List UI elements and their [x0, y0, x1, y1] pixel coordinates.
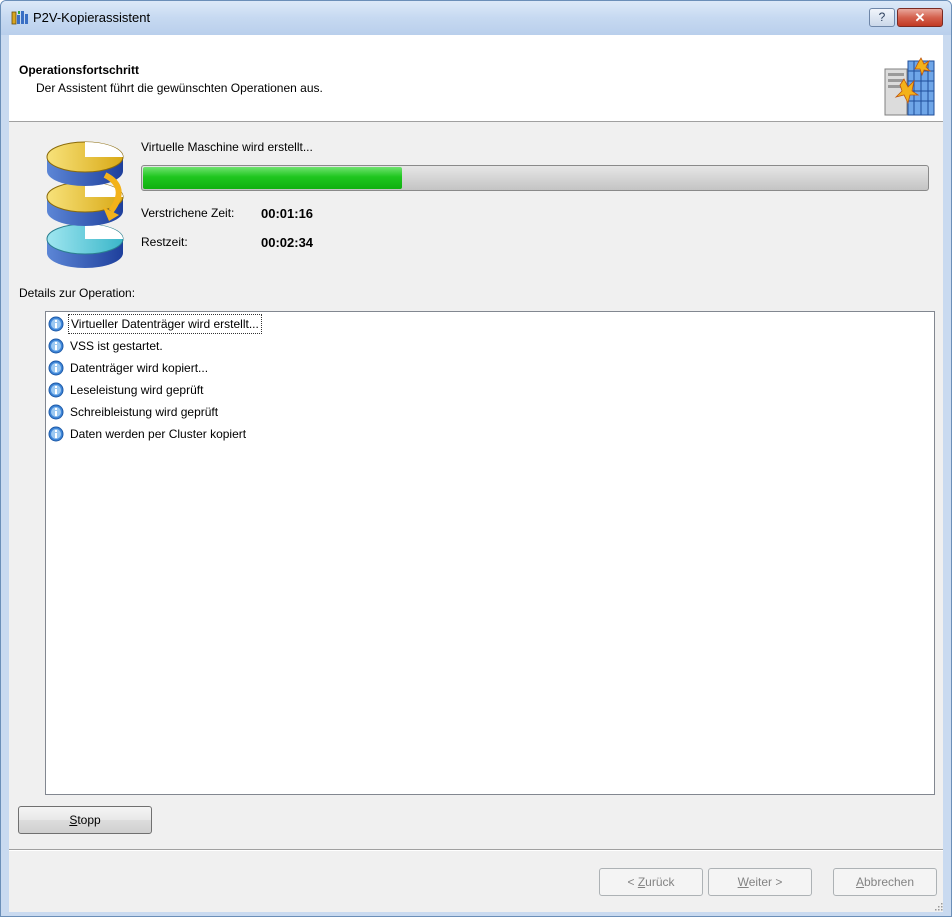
list-item-text: Virtueller Datenträger wird erstellt... [68, 314, 262, 334]
operation-details-list[interactable]: Virtueller Datenträger wird erstellt... … [45, 311, 935, 795]
cancel-button[interactable]: Abbrechen [833, 868, 937, 896]
title-bar[interactable]: P2V-Kopierassistent ? ✕ [1, 1, 951, 35]
app-icon [11, 11, 28, 25]
info-icon [48, 382, 64, 398]
stop-label: topp [77, 813, 101, 827]
remaining-time-label: Restzeit: [141, 235, 188, 249]
cancel-mnemonic: A [855, 875, 864, 889]
list-item-text: Leseleistung wird geprüft [70, 383, 204, 397]
help-label: ? [878, 10, 886, 24]
resize-grip-icon[interactable] [935, 903, 943, 911]
info-icon [48, 338, 64, 354]
stop-button[interactable]: Stopp [18, 806, 152, 834]
cancel-label: bbrechen [863, 875, 915, 889]
remaining-time-value: 00:02:34 [261, 235, 314, 250]
next-mnemonic: W [737, 875, 749, 889]
elapsed-time-label: Verstrichene Zeit: [141, 206, 235, 220]
list-item-text: VSS ist gestartet. [70, 339, 163, 353]
back-label: urück [645, 875, 675, 889]
page-subtitle: Der Assistent führt die gewünschten Oper… [36, 81, 323, 95]
back-prefix: < [627, 875, 638, 889]
details-label: Details zur Operation: [19, 286, 136, 300]
next-label: eiter > [748, 875, 783, 889]
progress-bar [141, 165, 929, 191]
page-title: Operationsfortschritt [19, 63, 140, 77]
wizard-window: P2V-Kopierassistent ? ✕ Operationsfortsc… [0, 0, 952, 917]
info-icon [48, 360, 64, 376]
elapsed-time-value: 00:01:16 [261, 206, 314, 221]
help-button[interactable]: ? [869, 8, 895, 27]
info-icon [48, 404, 64, 420]
wizard-header: Operationsfortschritt Der Assistent führ… [9, 35, 943, 122]
list-item-text: Schreibleistung wird geprüft [70, 405, 219, 419]
close-button[interactable]: ✕ [897, 8, 943, 27]
list-item-text: Daten werden per Cluster kopiert [70, 427, 247, 441]
info-icon [48, 316, 64, 332]
list-item-text: Datenträger wird kopiert... [70, 361, 209, 375]
progress-status-text: Virtuelle Maschine wird erstellt... [141, 140, 313, 154]
info-icon [48, 426, 64, 442]
footer-separator [9, 849, 943, 851]
back-button[interactable]: < Zurück [599, 868, 703, 896]
next-button[interactable]: Weiter > [708, 868, 812, 896]
server-wizard-icon [882, 55, 936, 119]
close-icon: ✕ [914, 10, 926, 25]
window-title: P2V-Kopierassistent [33, 10, 151, 25]
database-copy-icon [46, 141, 124, 268]
wizard-client-area: Operationsfortschritt Der Assistent führ… [9, 35, 943, 912]
progress-bar-fill [143, 167, 402, 189]
